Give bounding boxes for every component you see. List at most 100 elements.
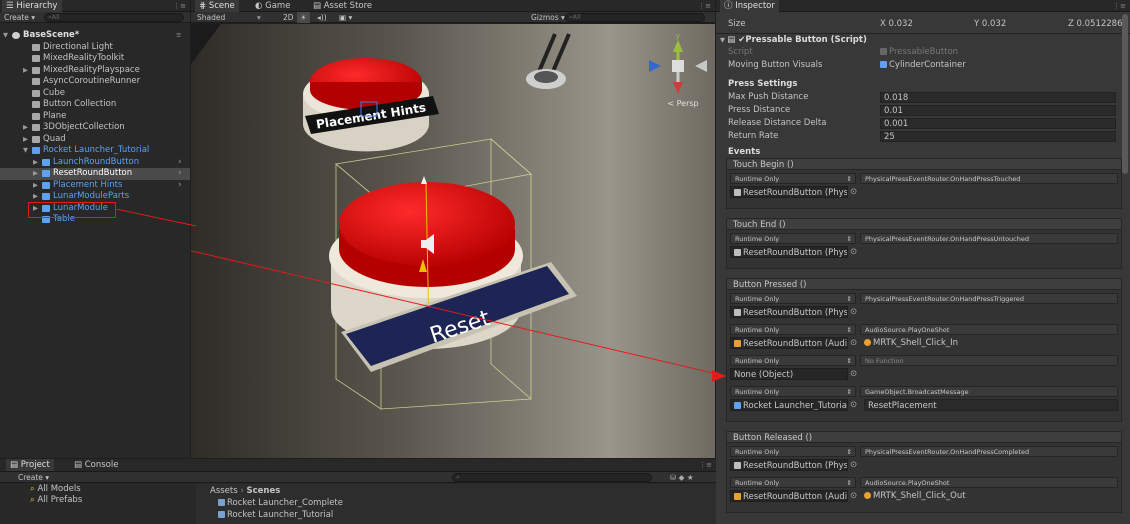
event-argument-field[interactable]: MRTK_Shell_Click_Out — [864, 490, 1118, 502]
scene-search-input[interactable]: ⌕All — [565, 13, 705, 22]
hierarchy-item[interactable]: Directional Light — [0, 42, 190, 54]
scene-menu-icon[interactable]: ≡ — [176, 30, 181, 42]
collapse-arrow-icon[interactable]: ▶ — [23, 134, 28, 146]
runtime-dropdown[interactable]: Runtime Only ⇕ — [730, 355, 856, 366]
expand-arrow-icon[interactable]: ▼ — [3, 30, 8, 42]
collapse-arrow-icon[interactable]: ▶ — [33, 180, 38, 192]
lighting-toggle-icon[interactable]: ☀ — [297, 12, 310, 23]
hierarchy-item[interactable]: Cube — [0, 88, 190, 100]
function-dropdown[interactable]: PhysicalPressEventRouter.OnHandPressTouc… — [860, 173, 1118, 184]
object-picker-icon[interactable]: ⊙ — [850, 368, 857, 380]
favorite-all-models[interactable]: ⌕ All Models — [30, 484, 190, 495]
event-argument-field[interactable]: ResetPlacement — [864, 399, 1118, 411]
object-picker-icon[interactable]: ⊙ — [850, 246, 857, 258]
tab-console[interactable]: ▤ Console — [70, 459, 122, 471]
gizmos-dropdown[interactable]: Gizmos ▾ — [531, 12, 565, 23]
size-z-field[interactable]: Z 0.0512286 — [1068, 18, 1128, 31]
function-dropdown[interactable]: PhysicalPressEventRouter.OnHandPressTrig… — [860, 293, 1118, 304]
hierarchy-item[interactable]: ▶ MixedRealityPlayspace — [0, 65, 190, 77]
hierarchy-item[interactable]: MixedRealityToolkit — [0, 53, 190, 65]
number-field[interactable]: 25 — [880, 131, 1116, 142]
moving-visuals-field[interactable]: CylinderContainer — [880, 59, 966, 72]
tab-inspector[interactable]: ⓘ Inspector — [720, 0, 779, 12]
number-field[interactable]: 0.001 — [880, 118, 1116, 129]
runtime-dropdown[interactable]: Runtime Only ⇕ — [730, 477, 856, 488]
hierarchy-item[interactable]: ▶ LunarModuleParts — [0, 191, 190, 203]
expand-arrow-icon[interactable]: ▼ — [23, 145, 28, 157]
hierarchy-item[interactable]: ▶ 3DObjectCollection — [0, 122, 190, 134]
runtime-dropdown[interactable]: Runtime Only ⇕ — [730, 446, 856, 457]
collapse-arrow-icon[interactable]: ▶ — [23, 65, 28, 77]
target-object-field[interactable]: None (Object) — [730, 368, 848, 380]
object-picker-icon[interactable]: ⊙ — [850, 459, 857, 471]
hierarchy-item[interactable]: AsyncCoroutineRunner — [0, 76, 190, 88]
favorite-all-prefabs[interactable]: ⌕ All Prefabs — [30, 495, 190, 506]
runtime-dropdown[interactable]: Runtime Only ⇕ — [730, 173, 856, 184]
hierarchy-tab[interactable]: ☰ Hierarchy — [2, 0, 62, 12]
runtime-dropdown[interactable]: Runtime Only ⇕ — [730, 324, 856, 335]
object-picker-icon[interactable]: ⊙ — [850, 306, 857, 318]
runtime-dropdown[interactable]: Runtime Only ⇕ — [730, 386, 856, 397]
hierarchy-item[interactable]: ▶ Placement Hints › — [0, 180, 190, 192]
filter-icons[interactable]: ⛁ ◆ ★ — [670, 472, 694, 483]
function-dropdown[interactable]: AudioSource.PlayOneShot — [860, 324, 1118, 335]
runtime-dropdown[interactable]: Runtime Only ⇕ — [730, 293, 856, 304]
hierarchy-item[interactable]: Button Collection — [0, 99, 190, 111]
toggle-2d-button[interactable]: 2D — [283, 12, 294, 23]
panel-menu-icon[interactable]: ⋮≡ — [698, 0, 711, 12]
panel-menu-icon[interactable]: ⋮≡ — [699, 459, 712, 471]
shading-dropdown[interactable]: Shaded — [197, 12, 225, 23]
target-object-field[interactable]: Rocket Launcher_Tutorial — [730, 399, 848, 411]
object-picker-icon[interactable]: ⊙ — [850, 186, 857, 198]
hierarchy-item[interactable]: ▶ Quad — [0, 134, 190, 146]
event-argument-field[interactable]: MRTK_Shell_Click_In — [864, 337, 1118, 349]
collapse-arrow-icon[interactable]: ▶ — [33, 168, 38, 180]
size-x-field[interactable]: X 0.032 — [880, 18, 913, 31]
audio-toggle-icon[interactable]: ◂)) — [317, 12, 327, 23]
hierarchy-item[interactable]: ▶ LaunchRoundButton › — [0, 157, 190, 169]
size-y-field[interactable]: Y 0.032 — [974, 18, 1006, 31]
create-dropdown[interactable]: Create ▾ — [4, 12, 35, 23]
effects-dropdown-icon[interactable]: ▣ ▾ — [339, 12, 352, 23]
tab-project[interactable]: ▤ Project — [6, 459, 54, 471]
hierarchy-item[interactable]: ▼ BaseScene* ≡ — [0, 30, 190, 42]
scene-viewport[interactable]: Placement Hints Reset y < Persp — [191, 24, 715, 458]
persp-label[interactable]: < Persp — [667, 99, 698, 108]
object-picker-icon[interactable]: ⊙ — [850, 490, 857, 502]
create-dropdown[interactable]: Create ▾ — [18, 472, 49, 483]
hierarchy-item[interactable]: Plane — [0, 111, 190, 123]
function-dropdown[interactable]: PhysicalPressEventRouter.OnHandPressComp… — [860, 446, 1118, 457]
target-object-field[interactable]: ResetRoundButton (Audio S — [730, 337, 848, 349]
panel-menu-icon[interactable]: ⋮≡ — [173, 0, 186, 12]
collapse-arrow-icon[interactable]: ▶ — [33, 191, 38, 203]
function-dropdown[interactable]: PhysicalPressEventRouter.OnHandPressUnto… — [860, 233, 1118, 244]
inspector-scrollbar[interactable] — [1122, 14, 1128, 174]
hierarchy-item[interactable]: ▼ Rocket Launcher_Tutorial — [0, 145, 190, 157]
breadcrumb-scenes[interactable]: Scenes — [246, 486, 280, 496]
target-object-field[interactable]: ResetRoundButton (Physica — [730, 186, 848, 198]
function-dropdown[interactable]: GameObject.BroadcastMessage — [860, 386, 1118, 397]
runtime-dropdown[interactable]: Runtime Only ⇕ — [730, 233, 856, 244]
target-object-field[interactable]: ResetRoundButton (Audio S — [730, 490, 848, 502]
asset-item[interactable]: Rocket Launcher_Tutorial — [218, 510, 333, 520]
tab-scene[interactable]: ⋕ Scene — [195, 0, 239, 12]
function-dropdown[interactable]: No Function — [860, 355, 1118, 366]
project-search-input[interactable]: ⌕ — [452, 473, 652, 482]
hierarchy-search-input[interactable]: ⌕All — [44, 13, 184, 22]
number-field[interactable]: 0.018 — [880, 92, 1116, 103]
asset-item[interactable]: Rocket Launcher_Complete — [218, 498, 343, 508]
target-object-field[interactable]: ResetRoundButton (Physica — [730, 306, 848, 318]
tab-asset-store[interactable]: ▤ Asset Store — [309, 0, 376, 12]
object-picker-icon[interactable]: ⊙ — [850, 399, 857, 411]
panel-menu-icon[interactable]: ⋮≡ — [1113, 0, 1126, 12]
collapse-arrow-icon[interactable]: ▶ — [33, 157, 38, 169]
target-object-field[interactable]: ResetRoundButton (Physica — [730, 459, 848, 471]
shading-dropdown-arrow[interactable]: ▾ — [257, 12, 261, 23]
tab-game[interactable]: ◐ Game — [251, 0, 294, 12]
target-object-field[interactable]: ResetRoundButton (Physica — [730, 246, 848, 258]
hierarchy-item[interactable]: ▶ ResetRoundButton › — [0, 168, 190, 180]
object-picker-icon[interactable]: ⊙ — [850, 337, 857, 349]
number-field[interactable]: 0.01 — [880, 105, 1116, 116]
function-dropdown[interactable]: AudioSource.PlayOneShot — [860, 477, 1118, 488]
breadcrumb-assets[interactable]: Assets — [210, 486, 238, 496]
